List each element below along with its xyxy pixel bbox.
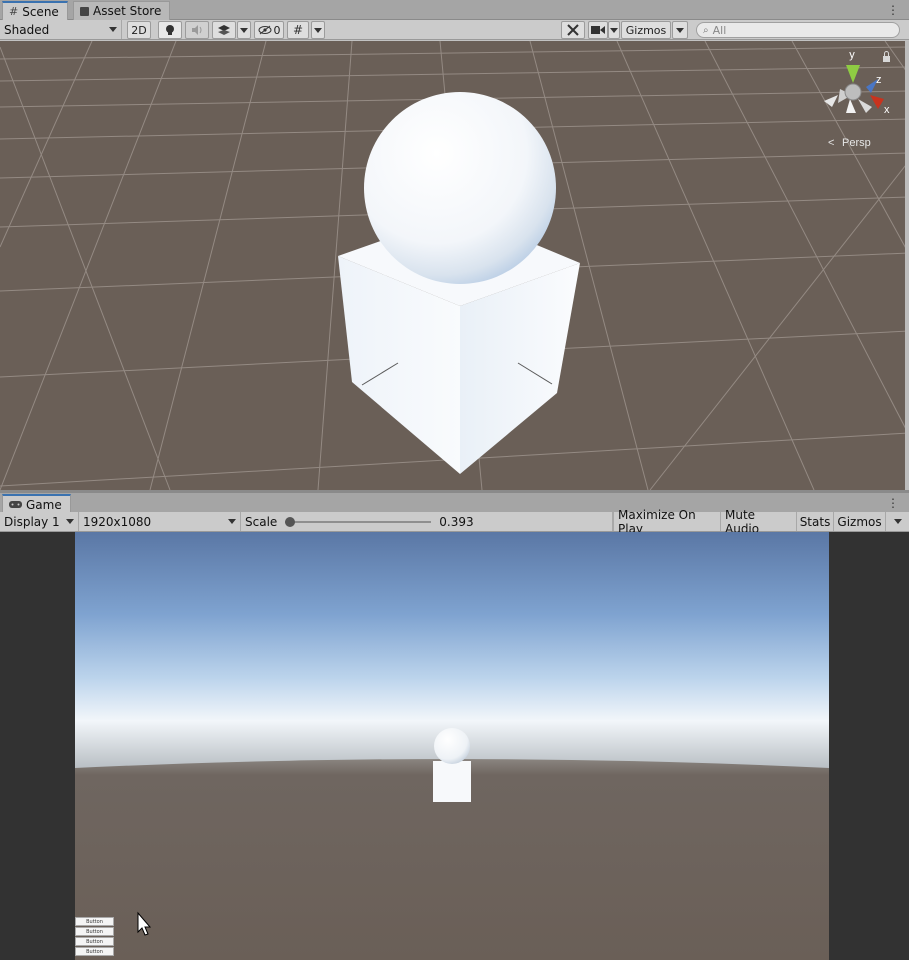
draw-mode-value: Shaded <box>4 22 50 37</box>
tab-scene-label: Scene <box>22 4 59 19</box>
chevron-down-icon <box>109 27 117 32</box>
resolution-value: 1920x1080 <box>83 514 152 529</box>
gizmo-axis-z-label: z <box>876 74 882 86</box>
game-ui-button-1[interactable]: Button <box>75 917 114 926</box>
game-gizmos-label: Gizmos <box>837 514 882 529</box>
speaker-icon <box>191 25 201 35</box>
game-cube <box>433 761 471 802</box>
camera-settings-button[interactable] <box>588 21 608 39</box>
scale-value: 0.393 <box>439 514 474 529</box>
game-panel-menu-icon[interactable]: ⋮ <box>887 496 899 510</box>
game-ui-button-2[interactable]: Button <box>75 927 114 936</box>
stats-label: Stats <box>799 514 831 529</box>
gamepad-icon <box>9 501 22 508</box>
scene-canvas: y z x < Persp <box>0 41 909 490</box>
eye-slash-icon <box>258 25 271 35</box>
display-dropdown[interactable]: Display 1 <box>0 512 79 531</box>
resolution-dropdown[interactable]: 1920x1080 <box>79 512 241 531</box>
chevron-down-icon <box>676 27 684 33</box>
letterbox-right <box>829 532 909 960</box>
grid-icon: # <box>9 5 19 18</box>
scene-tab-bar: # Scene Asset Store ⋮ <box>0 0 909 20</box>
draw-mode-dropdown[interactable]: Shaded <box>0 20 122 39</box>
grid-snap-button[interactable]: # <box>287 21 309 39</box>
toggle-2d-label: 2D <box>131 23 147 37</box>
hidden-count: 0 <box>273 23 281 37</box>
chevron-down-icon <box>240 27 248 33</box>
chevron-down-icon <box>228 519 236 524</box>
chevron-down-icon <box>314 27 322 33</box>
effects-toggle-button[interactable] <box>212 21 236 39</box>
tab-scene[interactable]: # Scene <box>2 1 68 20</box>
chevron-down-icon <box>66 519 74 524</box>
scene-panel-menu-icon[interactable]: ⋮ <box>887 3 899 17</box>
layers-icon <box>217 25 230 35</box>
grid-snap-icon: # <box>292 23 304 37</box>
effects-dropdown-button[interactable] <box>237 21 251 39</box>
game-gizmos-dropdown[interactable] <box>886 512 909 531</box>
chevron-down-icon <box>893 519 902 524</box>
search-placeholder: All <box>712 23 727 37</box>
gizmo-axis-x-label: x <box>884 104 890 116</box>
grid-snap-dropdown-button[interactable] <box>311 21 325 39</box>
scene-gizmos-button[interactable]: Gizmos <box>621 21 671 39</box>
letterbox-left <box>0 532 75 960</box>
scale-control: Scale 0.393 <box>241 512 613 531</box>
tab-game-label: Game <box>26 497 62 512</box>
scale-slider-thumb[interactable] <box>285 516 296 527</box>
audio-toggle-button[interactable] <box>185 21 209 39</box>
stats-toggle[interactable]: Stats <box>797 512 834 531</box>
gizmo-axis-y-label: y <box>849 49 855 61</box>
camera-icon <box>591 26 605 34</box>
scene-gizmos-label: Gizmos <box>625 23 667 37</box>
sphere-object[interactable] <box>364 92 556 284</box>
game-sphere <box>434 728 470 764</box>
projection-chevron-icon: < <box>828 137 834 149</box>
scene-gizmos-dropdown-button[interactable] <box>672 21 688 39</box>
lightbulb-icon <box>166 24 174 35</box>
game-ui-button-label: Button <box>86 928 103 935</box>
scene-search-input[interactable]: ⌕ All <box>696 22 900 38</box>
search-icon: ⌕ <box>703 24 709 36</box>
scale-slider[interactable] <box>285 516 432 527</box>
game-gizmos-toggle[interactable]: Gizmos <box>834 512 886 531</box>
tools-button[interactable] <box>561 21 585 39</box>
scene-scrollbar[interactable] <box>905 41 909 490</box>
mute-audio-toggle[interactable]: Mute Audio <box>721 508 797 536</box>
lighting-toggle-button[interactable] <box>158 21 182 39</box>
chevron-down-icon <box>610 27 618 33</box>
game-ui-button-label: Button <box>86 938 103 945</box>
game-toolbar: Display 1 1920x1080 Scale 0.393 Maximize… <box>0 508 909 536</box>
game-ui-button-label: Button <box>86 948 103 955</box>
game-ui-button-label: Button <box>86 918 103 925</box>
game-ui-button-4[interactable]: Button <box>75 947 114 956</box>
wrench-icon <box>567 24 579 36</box>
toggle-2d-button[interactable]: 2D <box>127 21 151 39</box>
projection-label[interactable]: Persp <box>842 137 871 149</box>
maximize-on-play-toggle[interactable]: Maximize On Play <box>613 508 721 536</box>
scale-label: Scale <box>245 514 278 529</box>
hidden-objects-button[interactable]: 0 <box>254 21 284 39</box>
game-ui-button-3[interactable]: Button <box>75 937 114 946</box>
scene-toolbar: Shaded 2D 0 # Gizmos ⌕ All <box>0 20 909 40</box>
tab-game[interactable]: Game <box>2 494 71 513</box>
tab-asset-store[interactable]: Asset Store <box>73 1 171 20</box>
display-value: Display 1 <box>4 514 60 529</box>
camera-dropdown-button[interactable] <box>608 21 620 39</box>
bag-icon <box>80 6 89 16</box>
game-viewport[interactable]: Button Button Button Button <box>0 532 909 960</box>
scene-viewport[interactable]: y z x < Persp <box>0 41 909 490</box>
tab-asset-store-label: Asset Store <box>93 4 162 18</box>
game-canvas <box>0 532 909 960</box>
